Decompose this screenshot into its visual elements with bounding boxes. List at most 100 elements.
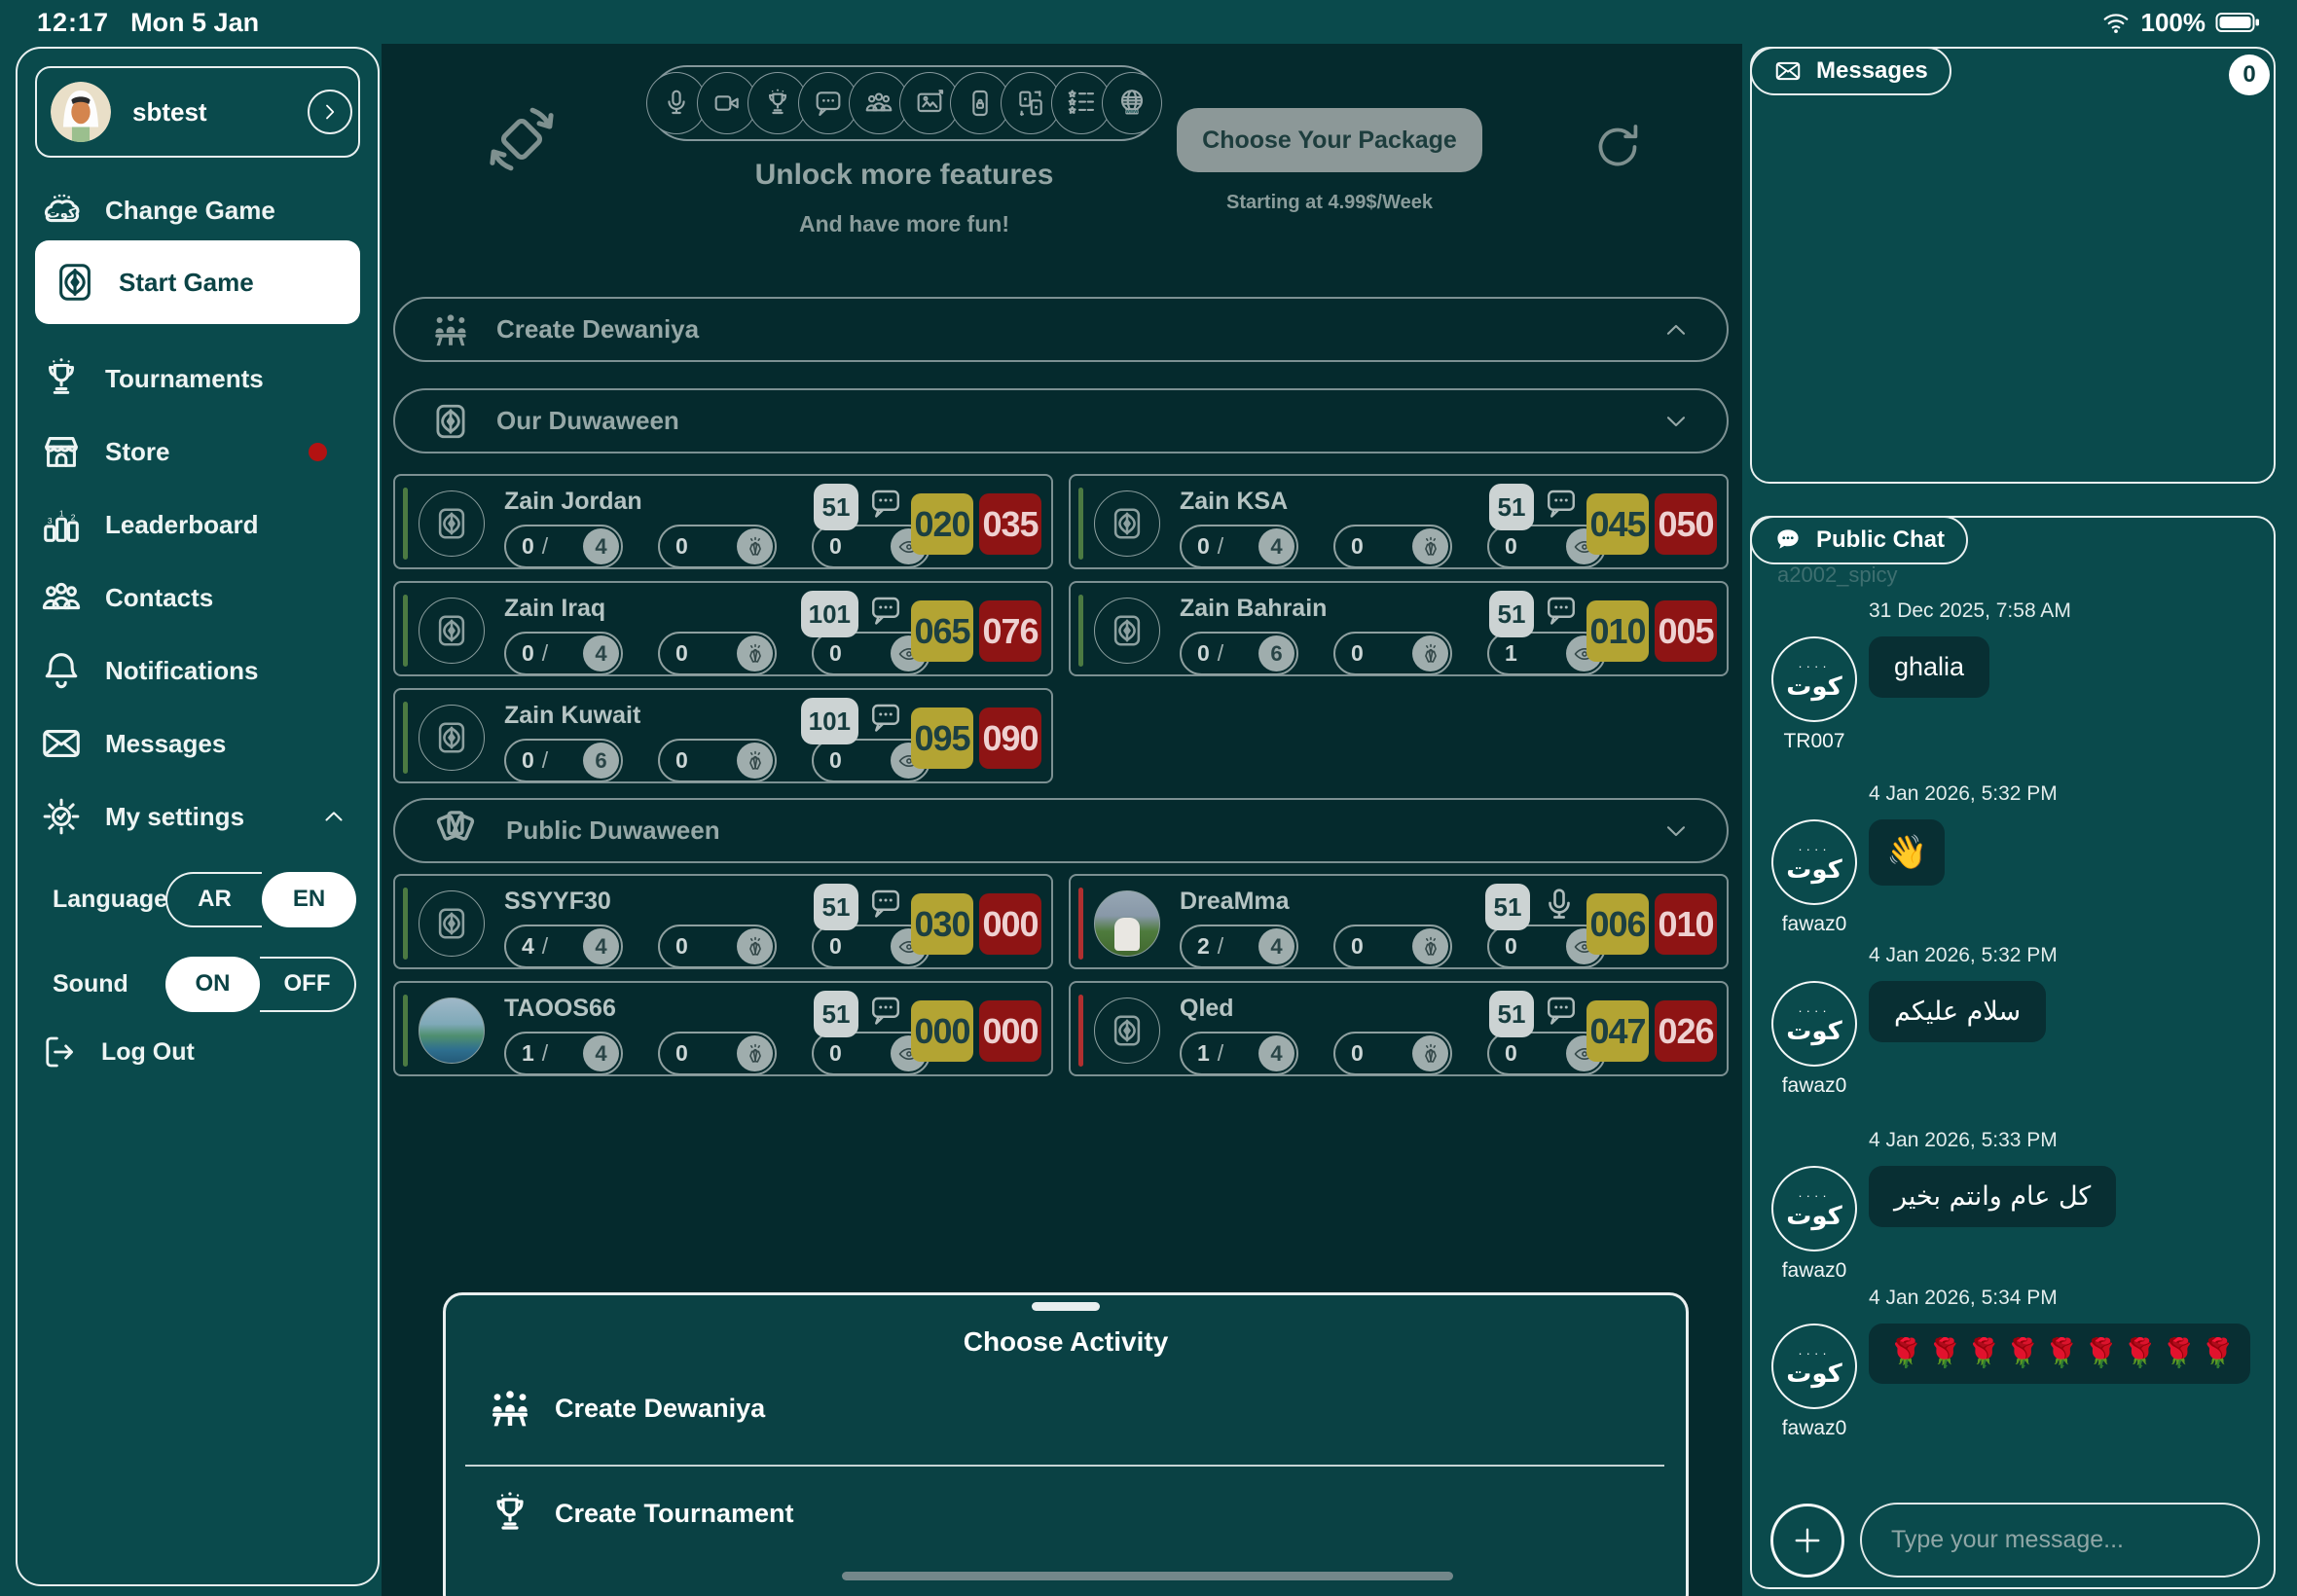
chat-username: fawaz0 — [1782, 1074, 1847, 1098]
chat-bubble-icon — [1773, 526, 1803, 555]
cheers-pill: 0 — [658, 1032, 777, 1075]
sidebar-item-change-game[interactable]: Change Game — [39, 185, 356, 236]
chat-bubble-icon[interactable] — [868, 886, 903, 921]
chevron-down-icon — [1660, 816, 1692, 847]
create-dewaniya-header[interactable]: Create Dewaniya — [393, 297, 1729, 362]
sidebar-item-messages[interactable]: Messages — [39, 718, 356, 769]
chat-message: 4 Jan 2026, 5:32 PM ····كوت fawaz0 👋 — [1770, 782, 2260, 936]
sound-option-off[interactable]: OFF — [260, 957, 356, 1012]
chat-bubble-icon[interactable] — [1544, 993, 1579, 1028]
sidebar-item-notifications[interactable]: Notifications — [39, 645, 356, 696]
sidebar-item-contacts[interactable]: Contacts — [39, 572, 356, 623]
score-red: 005 — [1655, 600, 1717, 662]
drag-handle[interactable] — [1032, 1302, 1100, 1311]
room-avatar-photo — [1094, 890, 1160, 957]
cheers-icon — [1419, 935, 1442, 959]
room-badge: 101 — [801, 591, 858, 637]
sidebar-item-start-game[interactable]: Start Game — [35, 240, 360, 324]
sidebar-item-store[interactable]: Store — [39, 426, 356, 477]
room-accent-bar — [403, 488, 408, 560]
room-accent-bar — [1078, 995, 1083, 1067]
chat-bubble-icon[interactable] — [868, 593, 903, 628]
chat-bubble-icon[interactable] — [868, 486, 903, 521]
add-attachment-button[interactable] — [1770, 1504, 1844, 1578]
room-card-zain-ksa[interactable]: Zain KSA 0/4 0 0 51 045 050 — [1069, 474, 1729, 569]
room-card-dreamma[interactable]: DreaMma 2/4 0 0 51 006 010 — [1069, 874, 1729, 969]
horizontal-scrollbar[interactable] — [842, 1572, 1453, 1580]
cheers-pill: 0 — [658, 525, 777, 568]
language-option-en[interactable]: EN — [262, 872, 356, 927]
chevron-right-icon — [317, 99, 343, 125]
language-option-ar[interactable]: AR — [165, 872, 262, 927]
room-card-zain-bahrain[interactable]: Zain Bahrain 0/6 0 1 51 010 005 — [1069, 581, 1729, 676]
choose-package-button[interactable]: Choose Your Package — [1177, 108, 1482, 172]
cheers-icon — [744, 749, 767, 773]
players-pill: 1/4 — [1180, 1032, 1298, 1075]
room-card-taoos66[interactable]: TAOOS66 1/4 0 0 51 000 000 — [393, 981, 1053, 1076]
message-timestamp: 4 Jan 2026, 5:33 PM — [1869, 1129, 2260, 1152]
trophy-icon — [487, 1490, 533, 1537]
score-yellow: 000 — [911, 1000, 973, 1062]
chat-bubble-icon[interactable] — [1544, 486, 1579, 521]
cheers-icon — [744, 1042, 767, 1066]
players-pill: 0/4 — [1180, 525, 1298, 568]
public-chat-header[interactable]: Public Chat — [1750, 516, 1968, 564]
players-pill: 0/6 — [1180, 632, 1298, 675]
logout-button[interactable]: Log Out — [39, 1027, 356, 1077]
battery-percent: 100% — [2141, 8, 2206, 38]
room-avatar — [419, 598, 485, 664]
cheers-pill: 0 — [658, 739, 777, 782]
chat-bubble: 👋 — [1869, 819, 1945, 886]
scrolled-username: a2002_spicy — [1777, 562, 1898, 588]
people-table-icon — [487, 1385, 533, 1432]
chat-bubble-icon[interactable] — [868, 993, 903, 1028]
modal-title: Choose Activity — [446, 1326, 1686, 1358]
chat-avatar: ····كوت — [1771, 1166, 1857, 1251]
sidebar-item-tournaments[interactable]: Tournaments — [39, 353, 356, 404]
sound-option-on[interactable]: ON — [165, 957, 260, 1012]
envelope-icon — [1773, 56, 1803, 86]
store-notification-dot — [309, 443, 327, 461]
sidebar-item-leaderboard[interactable]: Leaderboard — [39, 499, 356, 550]
message-timestamp: 4 Jan 2026, 5:34 PM — [1869, 1287, 2260, 1310]
room-avatar-photo — [419, 998, 485, 1064]
chat-bubble: ghalia — [1869, 636, 1989, 698]
message-timestamp: 4 Jan 2026, 5:32 PM — [1869, 782, 2260, 806]
refresh-button[interactable] — [1590, 120, 1645, 174]
sidebar-item-my-settings[interactable]: My settings — [39, 791, 356, 842]
room-card-zain-kuwait[interactable]: Zain Kuwait 0/6 0 0 101 095 090 — [393, 688, 1053, 783]
cheers-icon — [744, 935, 767, 959]
promo-title: Unlock more features — [649, 159, 1159, 192]
plus-icon — [1790, 1523, 1825, 1558]
gear-icon — [39, 794, 84, 839]
room-card-qled[interactable]: Qled 1/4 0 0 51 047 026 — [1069, 981, 1729, 1076]
score-red: 026 — [1655, 1000, 1717, 1062]
messages-panel-header[interactable]: Messages — [1750, 47, 1951, 95]
our-duwaween-header[interactable]: Our Duwaween — [393, 388, 1729, 453]
modal-item-create-dewaniya[interactable]: Create Dewaniya — [487, 1385, 765, 1432]
collapse-sidebar-button[interactable] — [308, 90, 352, 134]
profile-card[interactable]: sbtest — [35, 66, 360, 158]
cheers-pill: 0 — [1333, 632, 1452, 675]
players-pill: 0/6 — [504, 739, 623, 782]
card-fan-icon — [430, 806, 481, 856]
cheers-icon — [1419, 642, 1442, 666]
public-duwaween-header[interactable]: Public Duwaween — [393, 798, 1729, 863]
date: Mon 5 Jan — [130, 8, 259, 38]
sidebar: sbtest Change Game Start Game Tournament… — [16, 47, 380, 1586]
rotate-device-icon — [485, 102, 559, 176]
battery-icon — [2215, 11, 2260, 34]
chat-message-input[interactable] — [1860, 1503, 2260, 1578]
chat-bubble-icon[interactable] — [1544, 593, 1579, 628]
wifi-icon — [2100, 7, 2132, 38]
modal-item-create-tournament[interactable]: Create Tournament — [487, 1490, 794, 1537]
room-badge: 51 — [814, 991, 858, 1037]
username: sbtest — [132, 97, 207, 127]
room-card-zain-iraq[interactable]: Zain Iraq 0/4 0 0 101 065 076 — [393, 581, 1053, 676]
language-toggle: AR EN — [165, 872, 356, 927]
room-card-ssyyf30[interactable]: SSYYF30 4/4 0 0 51 030 000 — [393, 874, 1053, 969]
chat-bubble-icon[interactable] — [868, 700, 903, 735]
room-badge: 51 — [814, 884, 858, 930]
room-badge: 51 — [1489, 591, 1534, 637]
room-card-zain-jordan[interactable]: Zain Jordan 0/4 0 0 51 020 035 — [393, 474, 1053, 569]
